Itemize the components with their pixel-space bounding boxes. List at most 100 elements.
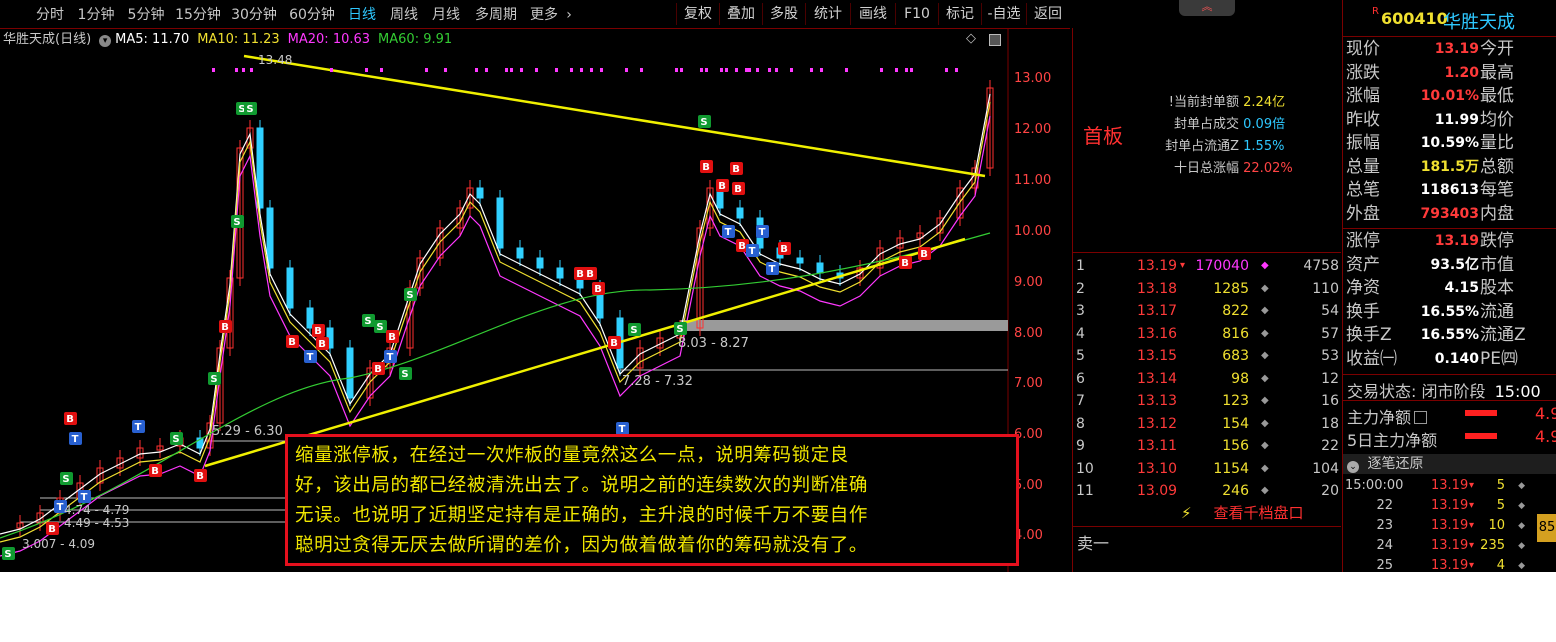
bid-count: 12 bbox=[1321, 370, 1339, 387]
tick-row: 24 13.19 ▾ 235 ◆ bbox=[1343, 536, 1543, 556]
tab-1min[interactable]: 1分钟 bbox=[74, 0, 118, 28]
quote-label-right: 流通Z bbox=[1480, 325, 1526, 345]
ticks-header[interactable]: ⌄ 逐笔还原 bbox=[1343, 454, 1556, 474]
order-book-row[interactable]: 3 13.17 822 ◆ 54 bbox=[1073, 300, 1341, 322]
chevron-right-icon[interactable]: › bbox=[562, 0, 576, 28]
tab-5min[interactable]: 5分钟 bbox=[124, 0, 168, 28]
tick-volume: 4 bbox=[1496, 558, 1505, 572]
tab-multi-period[interactable]: 多周期 bbox=[470, 0, 522, 28]
quote-label: 外盘 bbox=[1346, 203, 1380, 224]
tab-monthly[interactable]: 月线 bbox=[428, 0, 464, 28]
tab-15min[interactable]: 15分钟 bbox=[172, 0, 224, 28]
tab-more[interactable]: 更多 bbox=[526, 0, 562, 28]
quote-label-right: 最高 bbox=[1480, 62, 1514, 83]
button-multi-stock[interactable]: 多股 bbox=[762, 3, 805, 25]
level: 7 bbox=[1076, 393, 1085, 409]
bid-price: 13.09 bbox=[1137, 483, 1178, 499]
tab-weekly[interactable]: 周线 bbox=[386, 0, 422, 28]
level: 9 bbox=[1076, 438, 1085, 454]
price-tick: 8.00 bbox=[1014, 326, 1043, 341]
diamond-icon: ◆ bbox=[1261, 327, 1269, 339]
quote-row: 资产 93.5亿 市值 bbox=[1343, 254, 1556, 276]
volume-dot bbox=[235, 68, 238, 72]
tick-row: 25 13.19 ▾ 4 ◆ bbox=[1343, 556, 1543, 572]
menu-icon[interactable] bbox=[1414, 411, 1428, 424]
button-back[interactable]: 返回 bbox=[1026, 3, 1069, 25]
marker-letter: B bbox=[718, 181, 726, 192]
button-overlay[interactable]: 叠加 bbox=[719, 3, 762, 25]
tab-分时[interactable]: 分时 bbox=[30, 0, 70, 28]
quote-label-right: 今开 bbox=[1480, 39, 1514, 59]
marker-letter: S bbox=[630, 325, 637, 336]
button-statistics[interactable]: 统计 bbox=[805, 3, 850, 25]
tab-daily[interactable]: 日线 bbox=[344, 0, 380, 28]
quote-label-right: 最低 bbox=[1480, 86, 1514, 106]
price-tick: 9.00 bbox=[1014, 275, 1043, 290]
volume-dot bbox=[725, 68, 728, 72]
button-remove-watchlist[interactable]: -自选 bbox=[981, 3, 1026, 25]
candlestick-chart[interactable]: 华胜天成(日线) ▾ MA5: 11.70 MA10: 11.23 MA20: 10.6… bbox=[0, 28, 1073, 572]
volume-dot bbox=[535, 68, 538, 72]
volume-dot bbox=[444, 68, 447, 72]
button-draw-line[interactable]: 画线 bbox=[850, 3, 895, 25]
diamond-icon: ◆ bbox=[1261, 462, 1269, 474]
thousand-order-link[interactable]: ⚡ 查看千档盘口 bbox=[1181, 502, 1304, 523]
bid-count: 20 bbox=[1321, 483, 1339, 499]
order-book-row[interactable]: 8 13.12 154 ◆ 18 bbox=[1073, 413, 1341, 435]
bid-count: 18 bbox=[1321, 415, 1339, 432]
tick-arrow: ▾ bbox=[1469, 500, 1475, 511]
bid-count: 4758 bbox=[1303, 258, 1339, 274]
tick-mark: ◆ bbox=[1518, 541, 1525, 551]
volume-dot bbox=[955, 68, 958, 72]
trade-status-text: 交易状态: 闭市阶段 bbox=[1347, 382, 1486, 401]
quote-row: 振幅 10.59% 量比 bbox=[1343, 132, 1556, 154]
quote-label: 总量 bbox=[1346, 156, 1380, 177]
marker-letter: S bbox=[62, 474, 69, 485]
order-book-row[interactable]: 2 13.18 1285 ◆ 110 bbox=[1073, 278, 1341, 300]
order-book-row[interactable]: 9 13.11 156 ◆ 22 bbox=[1073, 435, 1341, 457]
marker-letter: S bbox=[700, 117, 707, 128]
level: 11 bbox=[1076, 483, 1094, 499]
bid-count: 110 bbox=[1312, 280, 1339, 297]
level: 4 bbox=[1076, 325, 1085, 342]
quote-label: 现价 bbox=[1346, 39, 1380, 59]
tick-price: 13.19 bbox=[1431, 538, 1469, 553]
quote-row: 净资 4.15 股本 bbox=[1343, 277, 1556, 299]
quote-value: 16.55% bbox=[1420, 303, 1479, 320]
seal-order-panel: ︽ 首板 !当前封单额 2.24亿 封单占成交 0.09倍 封单占流通Z 1.5… bbox=[1073, 0, 1341, 572]
order-book-row[interactable]: 7 13.13 123 ◆ 16 bbox=[1073, 390, 1341, 412]
trade-status: 交易状态: 闭市阶段 15:00 bbox=[1347, 378, 1541, 402]
button-mark[interactable]: 标记 bbox=[938, 3, 981, 25]
annotation-line: 无误。也说明了近期坚定持有是正确的，主升浪的时候千万不要自作 bbox=[295, 505, 869, 526]
order-book-row[interactable]: 10 13.10 1154 ◆ 104 bbox=[1073, 458, 1341, 480]
seal-stat-value: 2.24亿 bbox=[1243, 95, 1286, 110]
high-price-label: 13.48 bbox=[258, 53, 293, 67]
collapse-button[interactable]: ︽ bbox=[1179, 0, 1235, 16]
button-f10[interactable]: F10 bbox=[895, 3, 938, 25]
trend-line-upper bbox=[243, 54, 986, 178]
button-fuquan[interactable]: 复权 bbox=[676, 3, 719, 25]
level: 5 bbox=[1076, 348, 1085, 364]
tick-price: 13.19 bbox=[1431, 478, 1469, 493]
level: 1 bbox=[1076, 258, 1085, 274]
quote-label-right: 内盘 bbox=[1480, 203, 1514, 224]
quote-label-right: 每笔 bbox=[1480, 180, 1514, 200]
quote-label: 总笔 bbox=[1346, 180, 1380, 200]
volume-dot bbox=[250, 68, 253, 72]
order-book-row[interactable]: 6 13.14 98 ◆ 12 bbox=[1073, 368, 1341, 390]
quote-row: 总笔 118613 每笔 bbox=[1343, 179, 1556, 201]
order-book-row[interactable]: 4 13.16 816 ◆ 57 bbox=[1073, 323, 1341, 345]
divider bbox=[1343, 374, 1556, 375]
order-book-row[interactable]: 5 13.15 683 ◆ 53 bbox=[1073, 345, 1341, 367]
quote-row: 涨停 13.19 跌停 bbox=[1343, 230, 1556, 252]
candle-body bbox=[556, 267, 564, 279]
divider bbox=[1073, 526, 1341, 527]
collapse-circle-icon[interactable]: ⌄ bbox=[1347, 461, 1359, 473]
marker-letter: B bbox=[151, 466, 159, 477]
volume-dot bbox=[756, 68, 759, 72]
order-book-row[interactable]: 1 13.19 ▾ 170040 ◆ 4758 bbox=[1073, 255, 1341, 277]
quote-value: 13.19 bbox=[1434, 41, 1479, 57]
tab-60min[interactable]: 60分钟 bbox=[286, 0, 338, 28]
order-book-row[interactable]: 11 13.09 246 ◆ 20 bbox=[1073, 480, 1341, 502]
tab-30min[interactable]: 30分钟 bbox=[228, 0, 280, 28]
